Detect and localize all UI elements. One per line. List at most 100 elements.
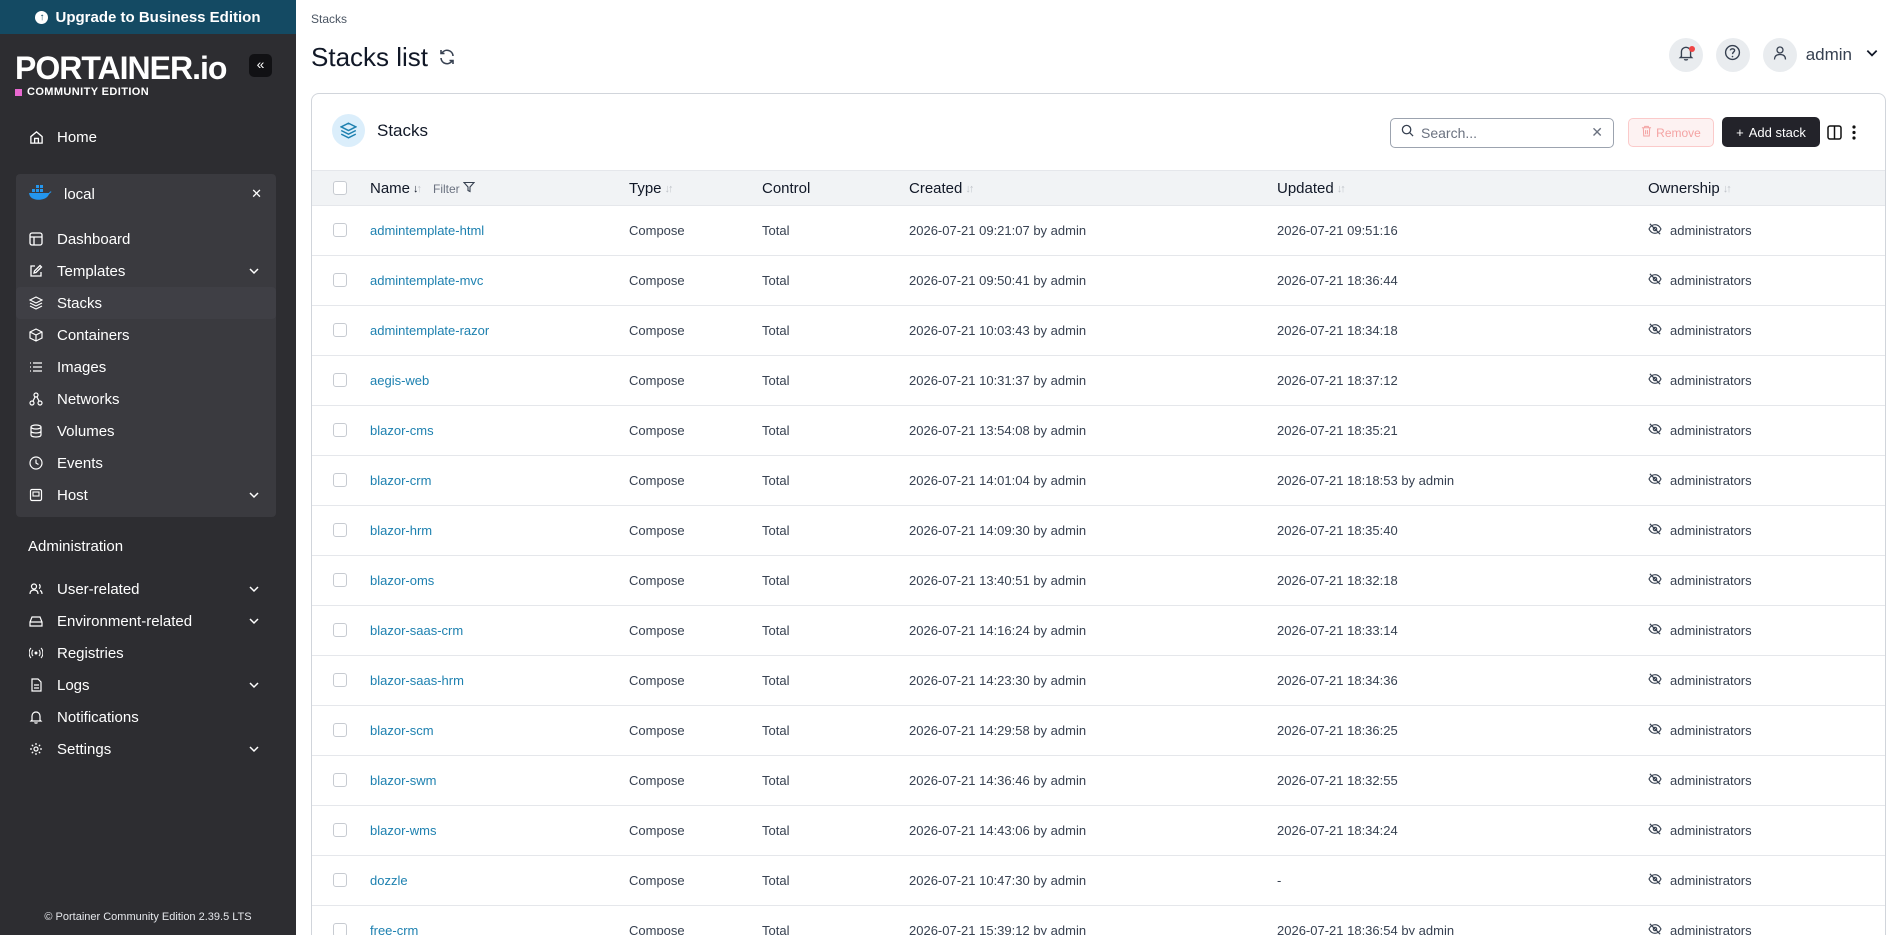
stack-name-link[interactable]: dozzle [370, 873, 408, 888]
column-label: Control [762, 180, 811, 197]
row-checkbox[interactable] [333, 523, 347, 537]
row-checkbox[interactable] [333, 273, 347, 287]
column-updated[interactable]: Updated ↓↑ [1277, 180, 1346, 197]
stack-name-link[interactable]: admintemplate-razor [370, 323, 489, 338]
stack-updated: 2026-07-21 18:36:44 [1277, 273, 1398, 288]
panel-title: Stacks [332, 114, 428, 147]
row-checkbox[interactable] [333, 673, 347, 687]
refresh-icon[interactable] [438, 42, 456, 73]
filter-label: Filter [433, 181, 460, 196]
row-checkbox[interactable] [333, 373, 347, 387]
sidebar-item-dashboard[interactable]: Dashboard [16, 223, 276, 255]
column-label: Created [909, 180, 963, 197]
brand[interactable]: PORTAINER.io COMMUNITY EDITION [15, 52, 227, 98]
ownership-label: administrators [1670, 773, 1752, 788]
stack-name-link[interactable]: blazor-saas-crm [370, 623, 463, 638]
stack-name-link[interactable]: blazor-hrm [370, 523, 432, 538]
sidebar-item-images[interactable]: Images [16, 351, 276, 383]
column-created[interactable]: Created ↓↑ [909, 180, 974, 197]
sidebar-item-registries[interactable]: Registries [16, 637, 276, 669]
row-checkbox[interactable] [333, 623, 347, 637]
row-checkbox[interactable] [333, 323, 347, 337]
row-checkbox[interactable] [333, 723, 347, 737]
sidebar-item-notifications[interactable]: Notifications [16, 701, 276, 733]
sidebar-item-volumes[interactable]: Volumes [16, 415, 276, 447]
chevron-down-icon[interactable] [1865, 46, 1879, 65]
upgrade-banner[interactable]: ↑ Upgrade to Business Edition [0, 0, 296, 34]
sidebar-item-logs[interactable]: Logs [16, 669, 276, 701]
eye-off-icon [1648, 423, 1662, 438]
sidebar-item-label: Home [57, 128, 98, 146]
edition-square-icon [15, 88, 22, 96]
collapse-sidebar-button[interactable]: « [249, 54, 272, 77]
columns-icon[interactable] [1827, 125, 1842, 145]
users-icon [28, 581, 44, 597]
sidebar-item-label: User-related [57, 580, 140, 598]
help-button[interactable] [1715, 38, 1750, 72]
stack-updated: 2026-07-21 18:32:18 [1277, 573, 1398, 588]
column-type[interactable]: Type ↓↑ [629, 180, 674, 197]
table-row: blazor-cms Compose Total 2026-07-21 13:5… [312, 406, 1885, 456]
row-checkbox[interactable] [333, 823, 347, 837]
row-checkbox[interactable] [333, 773, 347, 787]
row-checkbox[interactable] [333, 873, 347, 887]
row-checkbox[interactable] [333, 573, 347, 587]
sidebar-item-settings[interactable]: Settings [16, 733, 276, 765]
sort-icon: ↓↑ [664, 182, 674, 195]
stack-name-link[interactable]: blazor-swm [370, 773, 436, 788]
network-icon [28, 391, 44, 407]
user-avatar[interactable] [1762, 38, 1797, 72]
sidebar-item-host[interactable]: Host [16, 479, 276, 511]
add-stack-button[interactable]: + Add stack [1722, 117, 1820, 147]
remove-button[interactable]: Remove [1628, 118, 1714, 147]
stack-type: Compose [629, 773, 685, 788]
eye-off-icon [1648, 223, 1662, 238]
stack-name-link[interactable]: blazor-cms [370, 423, 434, 438]
stack-name-link[interactable]: blazor-oms [370, 573, 434, 588]
stack-type: Compose [629, 473, 685, 488]
filter-button[interactable]: Filter [433, 181, 475, 196]
row-checkbox[interactable] [333, 223, 347, 237]
sidebar-item-stacks[interactable]: Stacks [16, 287, 276, 319]
stack-name-link[interactable]: blazor-wms [370, 823, 436, 838]
sidebar-item-user-related[interactable]: User-related [16, 573, 276, 605]
sidebar-item-home[interactable]: Home [16, 121, 276, 153]
stack-updated: 2026-07-21 18:36:54 by admin [1277, 923, 1455, 935]
sidebar-item-environment-related[interactable]: Environment-related [16, 605, 276, 637]
stack-ownership: administrators [1648, 923, 1752, 935]
ownership-label: administrators [1670, 673, 1752, 688]
row-checkbox[interactable] [333, 423, 347, 437]
sidebar-item-templates[interactable]: Templates [16, 255, 276, 287]
row-checkbox[interactable] [333, 473, 347, 487]
stack-name-link[interactable]: blazor-saas-hrm [370, 673, 464, 688]
stack-name-link[interactable]: blazor-crm [370, 473, 431, 488]
sidebar-item-label: Images [57, 358, 107, 376]
edition-text: COMMUNITY EDITION [27, 86, 150, 98]
stack-name-link[interactable]: aegis-web [370, 373, 429, 388]
sidebar-item-networks[interactable]: Networks [16, 383, 276, 415]
close-icon[interactable]: ✕ [251, 186, 262, 202]
column-name[interactable]: Name ↓↑ Filter [370, 180, 475, 197]
stack-updated: 2026-07-21 18:37:12 [1277, 373, 1398, 388]
row-checkbox[interactable] [333, 923, 347, 935]
stack-name-link[interactable]: admintemplate-mvc [370, 273, 483, 288]
notifications-button[interactable] [1668, 38, 1703, 72]
sidebar-item-containers[interactable]: Containers [16, 319, 276, 351]
edit-icon [28, 263, 44, 279]
layers-icon [28, 295, 44, 311]
search-box[interactable]: ✕ [1390, 118, 1614, 148]
stack-name-link[interactable]: admintemplate-html [370, 223, 484, 238]
select-all-checkbox[interactable] [333, 181, 347, 195]
stack-name-link[interactable]: free-crm [370, 923, 418, 935]
stack-name-link[interactable]: blazor-scm [370, 723, 434, 738]
search-input[interactable] [1421, 125, 1581, 141]
clear-search-icon[interactable]: ✕ [1591, 124, 1603, 141]
sidebar-item-events[interactable]: Events [16, 447, 276, 479]
user-name[interactable]: admin [1806, 45, 1852, 65]
stack-control: Total [762, 473, 790, 488]
edition-label: COMMUNITY EDITION [15, 86, 226, 98]
stack-created: 2026-07-21 13:54:08 by admin [909, 423, 1087, 438]
column-ownership[interactable]: Ownership ↓↑ [1648, 180, 1732, 197]
environment-header[interactable]: local ✕ [16, 178, 276, 210]
more-options-icon[interactable] [1852, 125, 1856, 145]
